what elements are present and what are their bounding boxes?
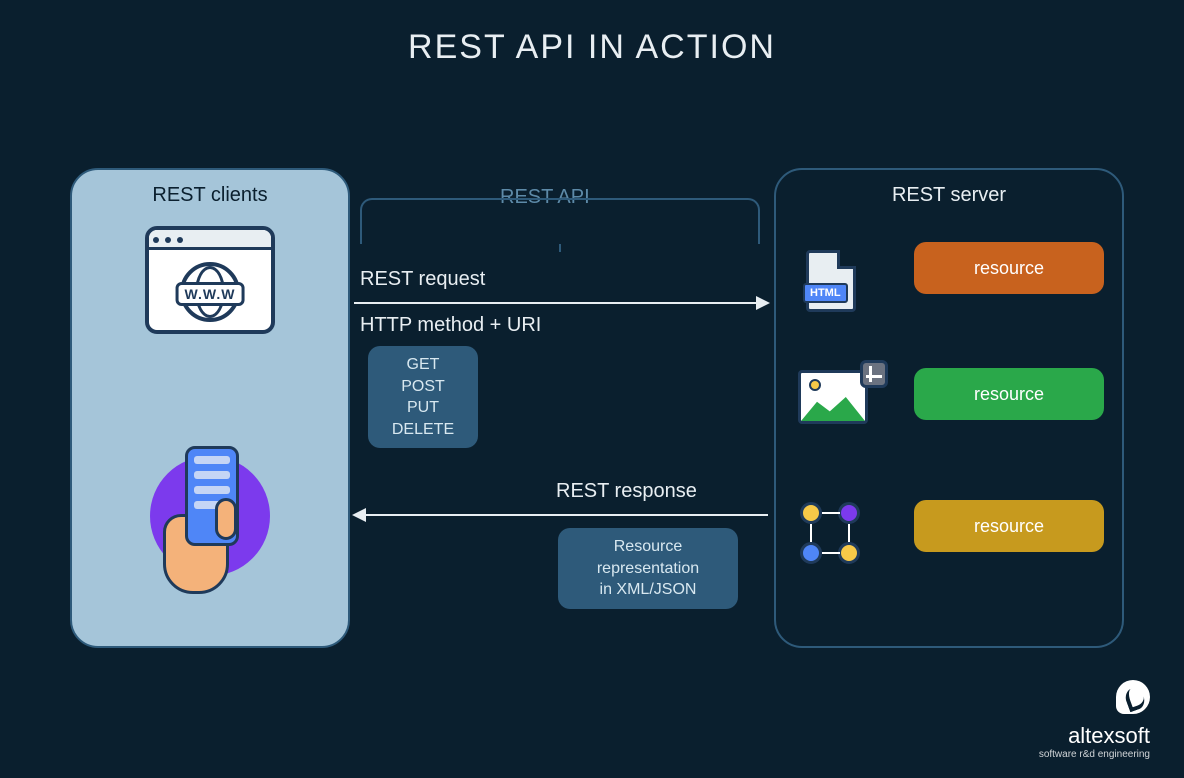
rep-line: in XML/JSON bbox=[572, 579, 724, 601]
logo-tagline: software r&d engineering bbox=[1039, 749, 1150, 760]
http-method: GET bbox=[382, 354, 464, 376]
server-panel: REST server resource HTML resource resou… bbox=[774, 168, 1124, 648]
http-methods-box: GET POST PUT DELETE bbox=[368, 346, 478, 448]
rep-line: representation bbox=[572, 558, 724, 580]
response-arrow bbox=[354, 514, 768, 516]
server-panel-title: REST server bbox=[776, 184, 1122, 207]
rep-line: Resource bbox=[572, 536, 724, 558]
http-method: DELETE bbox=[382, 419, 464, 441]
clients-panel-title: REST clients bbox=[72, 184, 348, 207]
diagram-stage: REST clients W.W.W REST API REST request… bbox=[0, 168, 1184, 778]
rest-request-label: REST request bbox=[360, 268, 485, 291]
http-method: POST bbox=[382, 376, 464, 398]
image-file-icon bbox=[798, 370, 878, 424]
mobile-client-icon bbox=[145, 446, 275, 596]
www-badge: W.W.W bbox=[176, 282, 245, 306]
html-tag: HTML bbox=[803, 283, 848, 303]
rest-api-bracket bbox=[360, 198, 760, 244]
brand-logo: altexsoft software r&d engineering bbox=[1039, 680, 1150, 760]
html-file-icon: HTML bbox=[806, 250, 866, 312]
http-method-uri-label: HTTP method + URI bbox=[360, 314, 541, 337]
resource-image-label: resource bbox=[914, 368, 1104, 420]
resource-users-label: resource bbox=[914, 500, 1104, 552]
resource-html-label: resource bbox=[914, 242, 1104, 294]
clients-panel: REST clients W.W.W bbox=[70, 168, 350, 648]
http-method: PUT bbox=[382, 397, 464, 419]
diagram-title: REST API IN ACTION bbox=[0, 28, 1184, 67]
resource-representation-box: Resource representation in XML/JSON bbox=[558, 528, 738, 609]
rest-response-label: REST response bbox=[556, 480, 697, 503]
users-network-icon bbox=[800, 502, 880, 572]
logo-icon bbox=[1116, 680, 1150, 714]
browser-icon: W.W.W bbox=[145, 226, 275, 334]
request-arrow bbox=[354, 302, 768, 304]
logo-name: altexsoft bbox=[1039, 723, 1150, 749]
crop-icon bbox=[860, 360, 888, 388]
